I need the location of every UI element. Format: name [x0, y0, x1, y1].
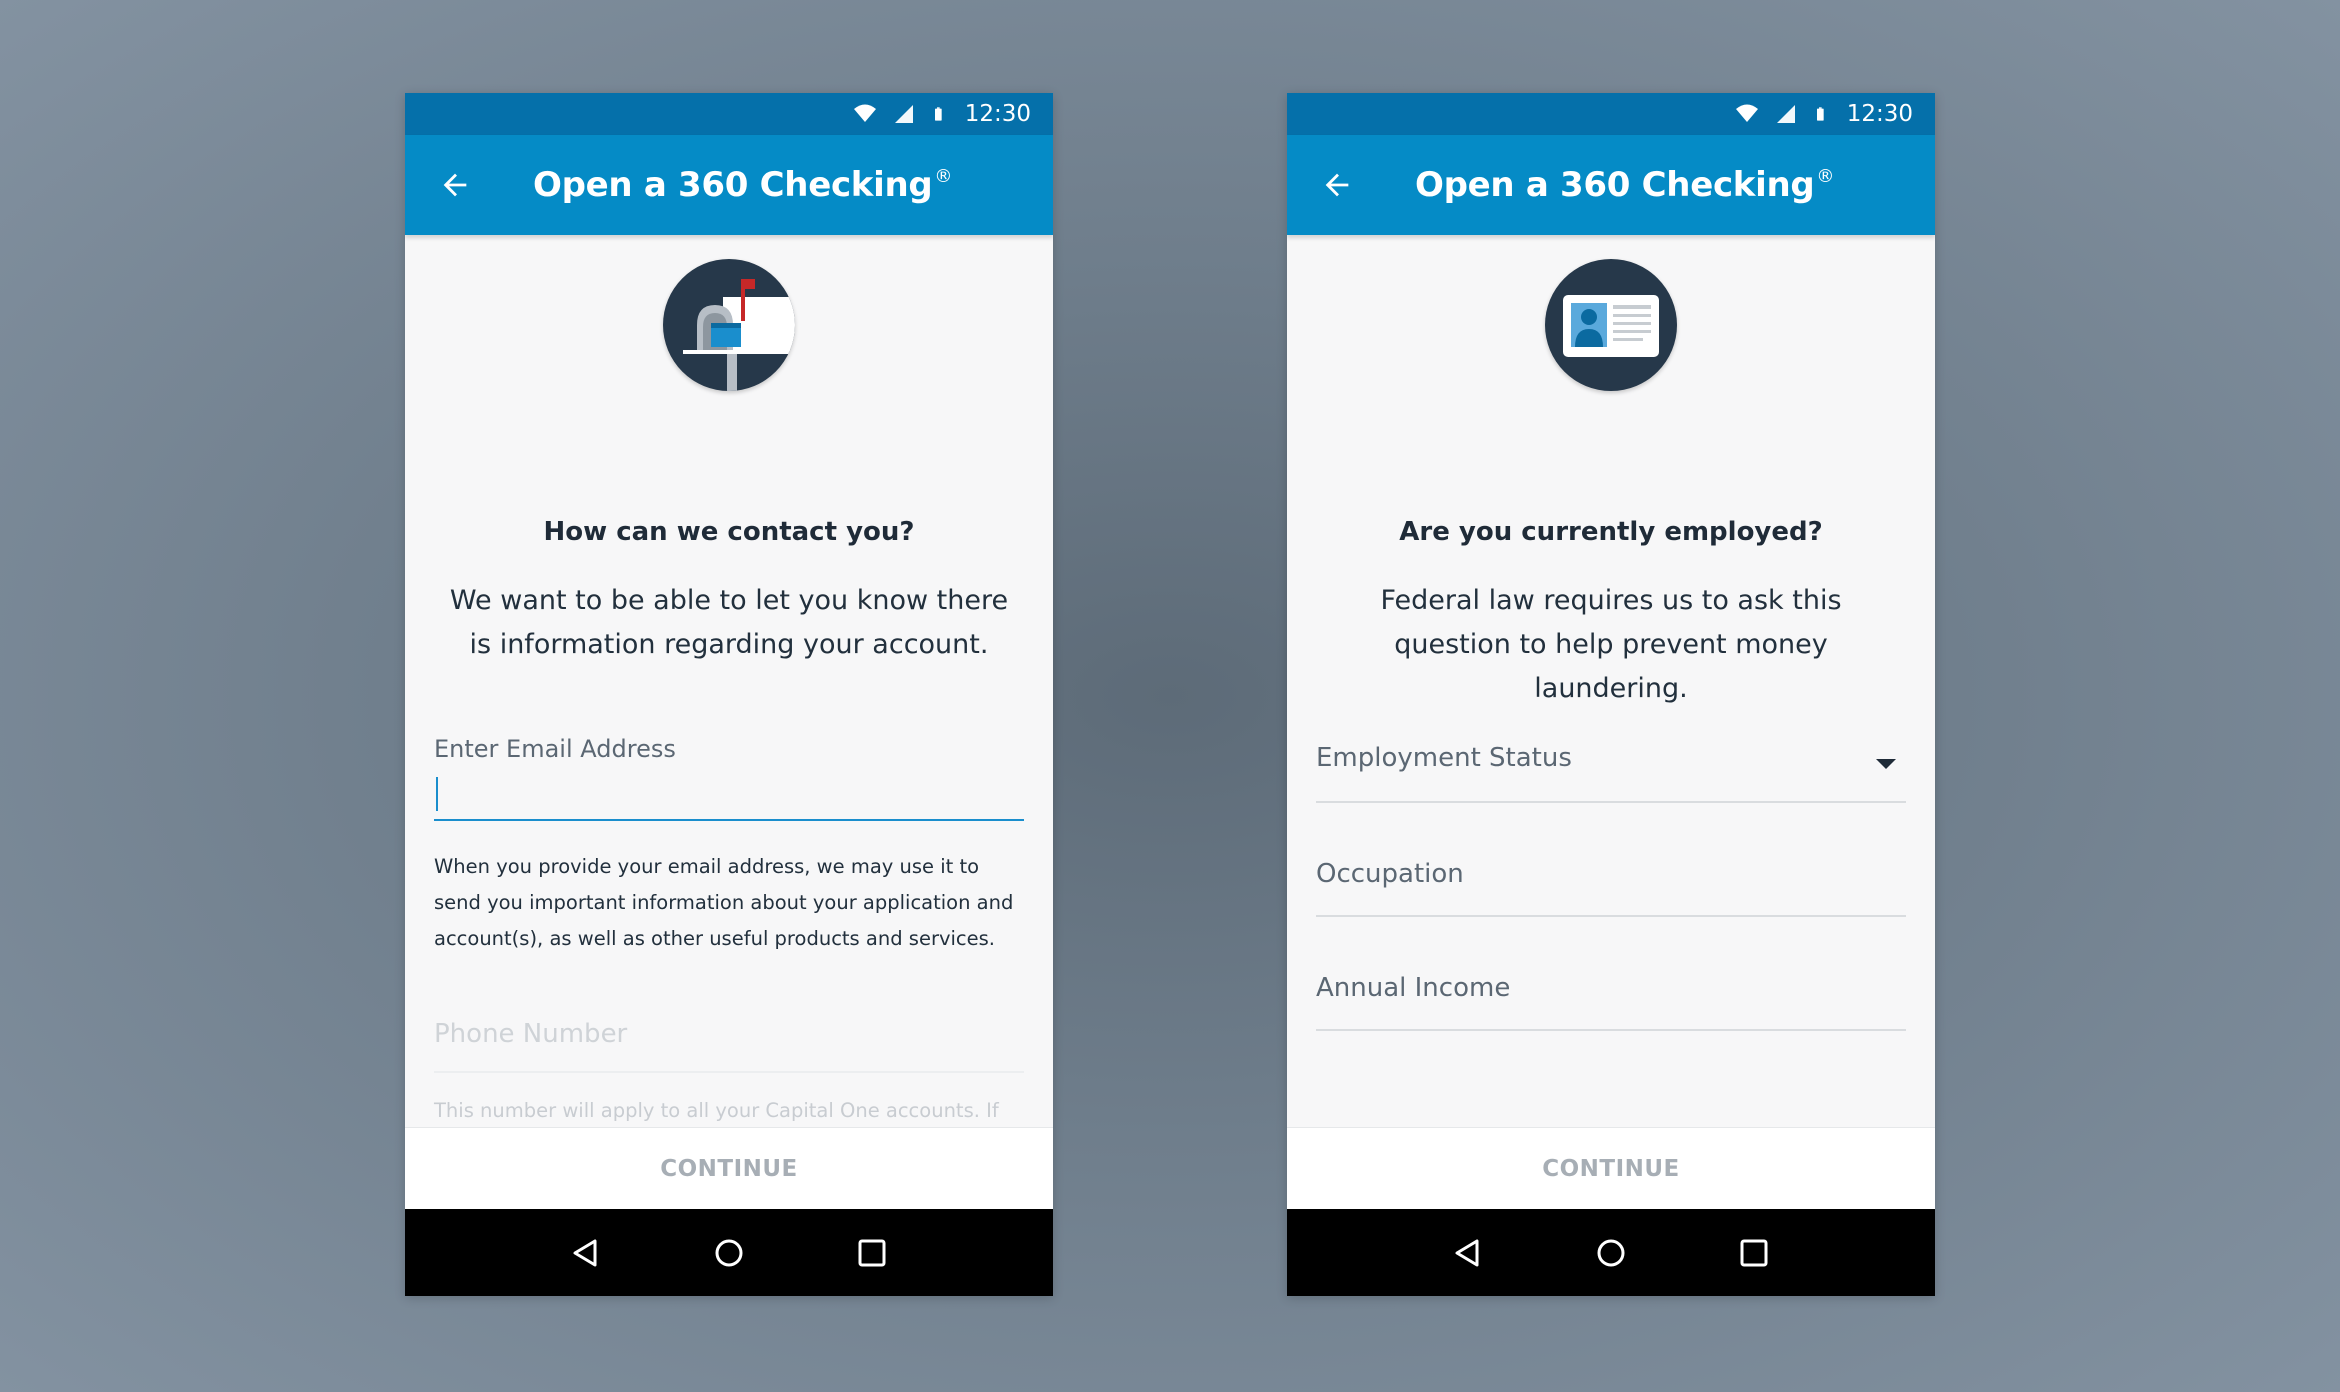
nav-recents-button[interactable] — [1734, 1233, 1774, 1273]
phone-screen-contact: 12:30 Open a 360 Checking ® How can we co… — [405, 93, 1053, 1296]
back-arrow-icon — [1325, 173, 1349, 197]
nav-home-button[interactable] — [1591, 1233, 1631, 1273]
nav-recents-icon — [1740, 1239, 1768, 1266]
cell-signal-icon — [894, 105, 913, 123]
continue-button[interactable]: CONTINUE — [660, 1156, 798, 1182]
email-field[interactable]: Enter Email Address — [434, 735, 1024, 821]
app-bar: Open a 360 Checking ® — [405, 135, 1053, 235]
back-button[interactable] — [1315, 163, 1359, 207]
employment-status-label: Employment Status — [1316, 743, 1572, 773]
android-nav-bar — [405, 1209, 1053, 1296]
nav-recents-icon — [858, 1239, 886, 1266]
battery-icon — [1816, 107, 1824, 121]
occupation-label: Occupation — [1316, 859, 1464, 889]
form-content: How can we contact you? We want to be ab… — [405, 235, 1053, 1220]
back-button[interactable] — [433, 163, 477, 207]
nav-back-button[interactable] — [1448, 1233, 1488, 1273]
mailbox-icon — [663, 259, 795, 391]
annual-income-label: Annual Income — [1316, 973, 1511, 1003]
continue-bar: CONTINUE — [405, 1127, 1053, 1209]
page-title: Open a 360 Checking ® — [1415, 165, 1835, 205]
battery-icon — [934, 107, 942, 121]
form-content: Are you currently employed? Federal law … — [1287, 235, 1935, 1220]
back-arrow-icon — [443, 173, 467, 197]
section-description: We want to be able to let you know there… — [449, 585, 1009, 660]
email-helper-text: When you provide your email address, we … — [434, 855, 1014, 950]
phone-screen-employment: 12:30 Open a 360 Checking ® Are you curre… — [1287, 93, 1935, 1296]
status-bar: 12:30 — [1287, 93, 1935, 135]
wifi-icon — [1735, 104, 1758, 122]
continue-bar: CONTINUE — [1287, 1127, 1935, 1209]
page-title: Open a 360 Checking ® — [533, 165, 953, 205]
text-cursor — [436, 777, 438, 811]
wifi-icon — [853, 104, 876, 122]
nav-recents-button[interactable] — [852, 1233, 892, 1273]
cell-signal-icon — [1776, 105, 1795, 123]
nav-back-icon — [573, 1239, 597, 1266]
nav-back-icon — [1455, 1239, 1479, 1266]
occupation-field[interactable]: Occupation — [1316, 859, 1906, 917]
app-bar: Open a 360 Checking ® — [1287, 135, 1935, 235]
continue-button[interactable]: CONTINUE — [1542, 1156, 1680, 1182]
phone-number-field[interactable]: Phone Number — [434, 1019, 1024, 1073]
email-field-label: Enter Email Address — [434, 735, 676, 763]
section-description: Federal law requires us to ask this ques… — [1380, 585, 1842, 704]
nav-home-button[interactable] — [709, 1233, 749, 1273]
phone-number-label: Phone Number — [434, 1019, 628, 1049]
id-card-icon — [1545, 259, 1677, 391]
nav-back-button[interactable] — [566, 1233, 606, 1273]
android-nav-bar — [1287, 1209, 1935, 1296]
status-bar: 12:30 — [405, 93, 1053, 135]
status-time: 12:30 — [1846, 101, 1913, 127]
dropdown-arrow-icon — [1876, 759, 1896, 769]
section-heading: How can we contact you? — [543, 517, 915, 547]
nav-home-icon — [715, 1239, 743, 1266]
section-heading: Are you currently employed? — [1399, 517, 1823, 547]
status-time: 12:30 — [964, 101, 1031, 127]
employment-status-select[interactable]: Employment Status — [1316, 743, 1906, 803]
annual-income-field[interactable]: Annual Income — [1316, 973, 1906, 1031]
nav-home-icon — [1597, 1239, 1625, 1266]
